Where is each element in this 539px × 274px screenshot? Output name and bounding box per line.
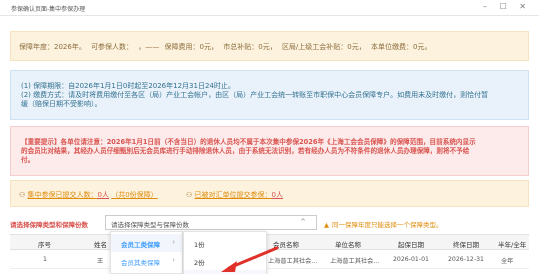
fee-summary-line: 保障年度：2026年。 可参保人数： ，—— 保障费用：0元， 市总补贴：0元，… <box>19 42 434 52</box>
table-header: 序号 姓名 会员名称 单位名称 起保日期 终保日期 半年/全年 <box>10 234 529 250</box>
person-icon: ⚇ <box>19 191 26 199</box>
warning-panel: 【重要提示】各单位请注意：2026年1月1日前（不含当日）的退休人员均不属于本次… <box>10 126 529 176</box>
cascader-option-label: 会员工类保障 <box>121 241 160 249</box>
district-subsidy-text: 区局/上级工会补贴：0元， <box>281 43 366 51</box>
cascader-option-1-share[interactable]: 1份 <box>184 234 266 252</box>
window-titlebar: 参保确认页面-集中参保办理 – ☐ ✕ <box>0 0 539 16</box>
cascader-menu-shares: 1份 2份 <box>183 231 267 274</box>
member-table: 序号 姓名 会员名称 单位名称 起保日期 终保日期 半年/全年 1 王 上海普工… <box>10 234 529 274</box>
info-panel: (1) 保障期限：自2026年1月1日0时起至2026年12月31日24时止。 … <box>10 70 529 120</box>
cell-unit: 上海普工其社会... <box>330 258 380 265</box>
cascader-option-2-share[interactable]: 2份 <box>184 252 266 270</box>
paid-count[interactable]: 0人 <box>272 191 283 199</box>
info-line-3: 缓（赔保日期不受影响）。 <box>21 100 102 108</box>
table-row[interactable]: 1 王 上海普工其社会... 上海普工其社会... 2026-01-01 202… <box>10 251 529 269</box>
col-member: 会员名称 <box>273 241 299 249</box>
col-start-date: 起保日期 <box>398 241 424 249</box>
paid-link[interactable]: 已被对汇单位提交参保： <box>195 191 272 199</box>
chevron-up-icon: ^ <box>300 218 306 226</box>
col-index: 序号 <box>38 241 51 249</box>
cascader-share-label: 1份 <box>194 241 205 249</box>
col-end-date: 终保日期 <box>453 241 479 249</box>
chevron-right-icon: › <box>172 256 175 264</box>
warning-triangle-icon: ▲ <box>324 221 329 229</box>
submitted-count[interactable]: 0人 <box>98 191 109 199</box>
window-title: 参保确认页面-集中参保办理 <box>11 6 86 13</box>
cascader-option-member-other[interactable]: 会员其类保障 › <box>111 252 182 270</box>
window-controls[interactable]: – ☐ ✕ <box>483 2 531 11</box>
person-icon-2: ⚇ <box>186 191 193 199</box>
fee-text: 保障费用：0元， <box>164 43 218 51</box>
chevron-right-icon: › <box>172 238 175 246</box>
cell-period: 全年 <box>501 258 514 265</box>
warning-line-2: 的会员比对结果，其经办人员仔细甄别后无会员库进行手动排除退休人员，由于系统无法识… <box>21 147 470 155</box>
cell-index: 1 <box>43 256 47 263</box>
city-subsidy-text: 市总补贴：0元， <box>223 43 277 51</box>
cell-start-date: 2026-01-01 <box>393 256 429 263</box>
count-value: ，—— <box>138 43 160 51</box>
submitted-link[interactable]: 集中参保已提交人数： <box>28 191 98 199</box>
cascader-option-label: 会员其类保障 <box>121 259 160 267</box>
cascader-menu-type: 会员工类保障 › 会员其类保障 › <box>110 231 183 274</box>
select-tip-text: 同一保障年度只能选择一个保障类型。 <box>332 221 443 229</box>
col-unit: 单位名称 <box>335 241 361 249</box>
cascader-option-member-work[interactable]: 会员工类保障 › <box>111 234 182 252</box>
col-period: 半年/全年 <box>498 241 527 249</box>
cell-name: 王 <box>97 258 104 265</box>
col-name: 姓名 <box>94 241 107 249</box>
fee-summary-panel: 保障年度：2026年。 可参保人数： ，—— 保障费用：0元， 市总补贴：0元，… <box>10 31 529 61</box>
guarantee-select-value: 请选择保障类型与保障份数 <box>111 221 189 229</box>
cascader-share-label: 2份 <box>194 259 205 267</box>
paid-summary: ⚇ 已被对汇单位提交参保：0人 <box>186 190 283 200</box>
guarantee-select-row: 请选择保障类型和保障份数 请选择保障类型与保障份数 ^ ▲ 同一保障年度只能选择一… <box>10 215 529 231</box>
count-text: 可参保人数： <box>91 43 134 51</box>
payment-text: 本单位缴费：0元。 <box>370 43 432 51</box>
cascader-option-more[interactable] <box>184 270 266 274</box>
guarantee-type-select[interactable]: 请选择保障类型与保障份数 ^ <box>105 215 317 230</box>
submitted-shares[interactable]: （共0份保障） <box>111 191 157 199</box>
submitted-summary: ⚇ 集中参保已提交人数：0人 （共0份保障） <box>19 190 158 200</box>
year-text: 保障年度：2026年。 <box>19 43 86 51</box>
warning-line-3: 付。 <box>21 156 35 164</box>
select-tip: ▲ 同一保障年度只能选择一个保障类型。 <box>324 219 443 229</box>
guarantee-select-label: 请选择保障类型和保障份数 <box>10 221 88 229</box>
cell-member: 上海普工其社会... <box>268 258 318 265</box>
submission-summary-panel: ⚇ 集中参保已提交人数：0人 （共0份保障） ⚇ 已被对汇单位提交参保：0人 <box>10 180 529 207</box>
cell-end-date: 2026-12-31 <box>448 256 484 263</box>
